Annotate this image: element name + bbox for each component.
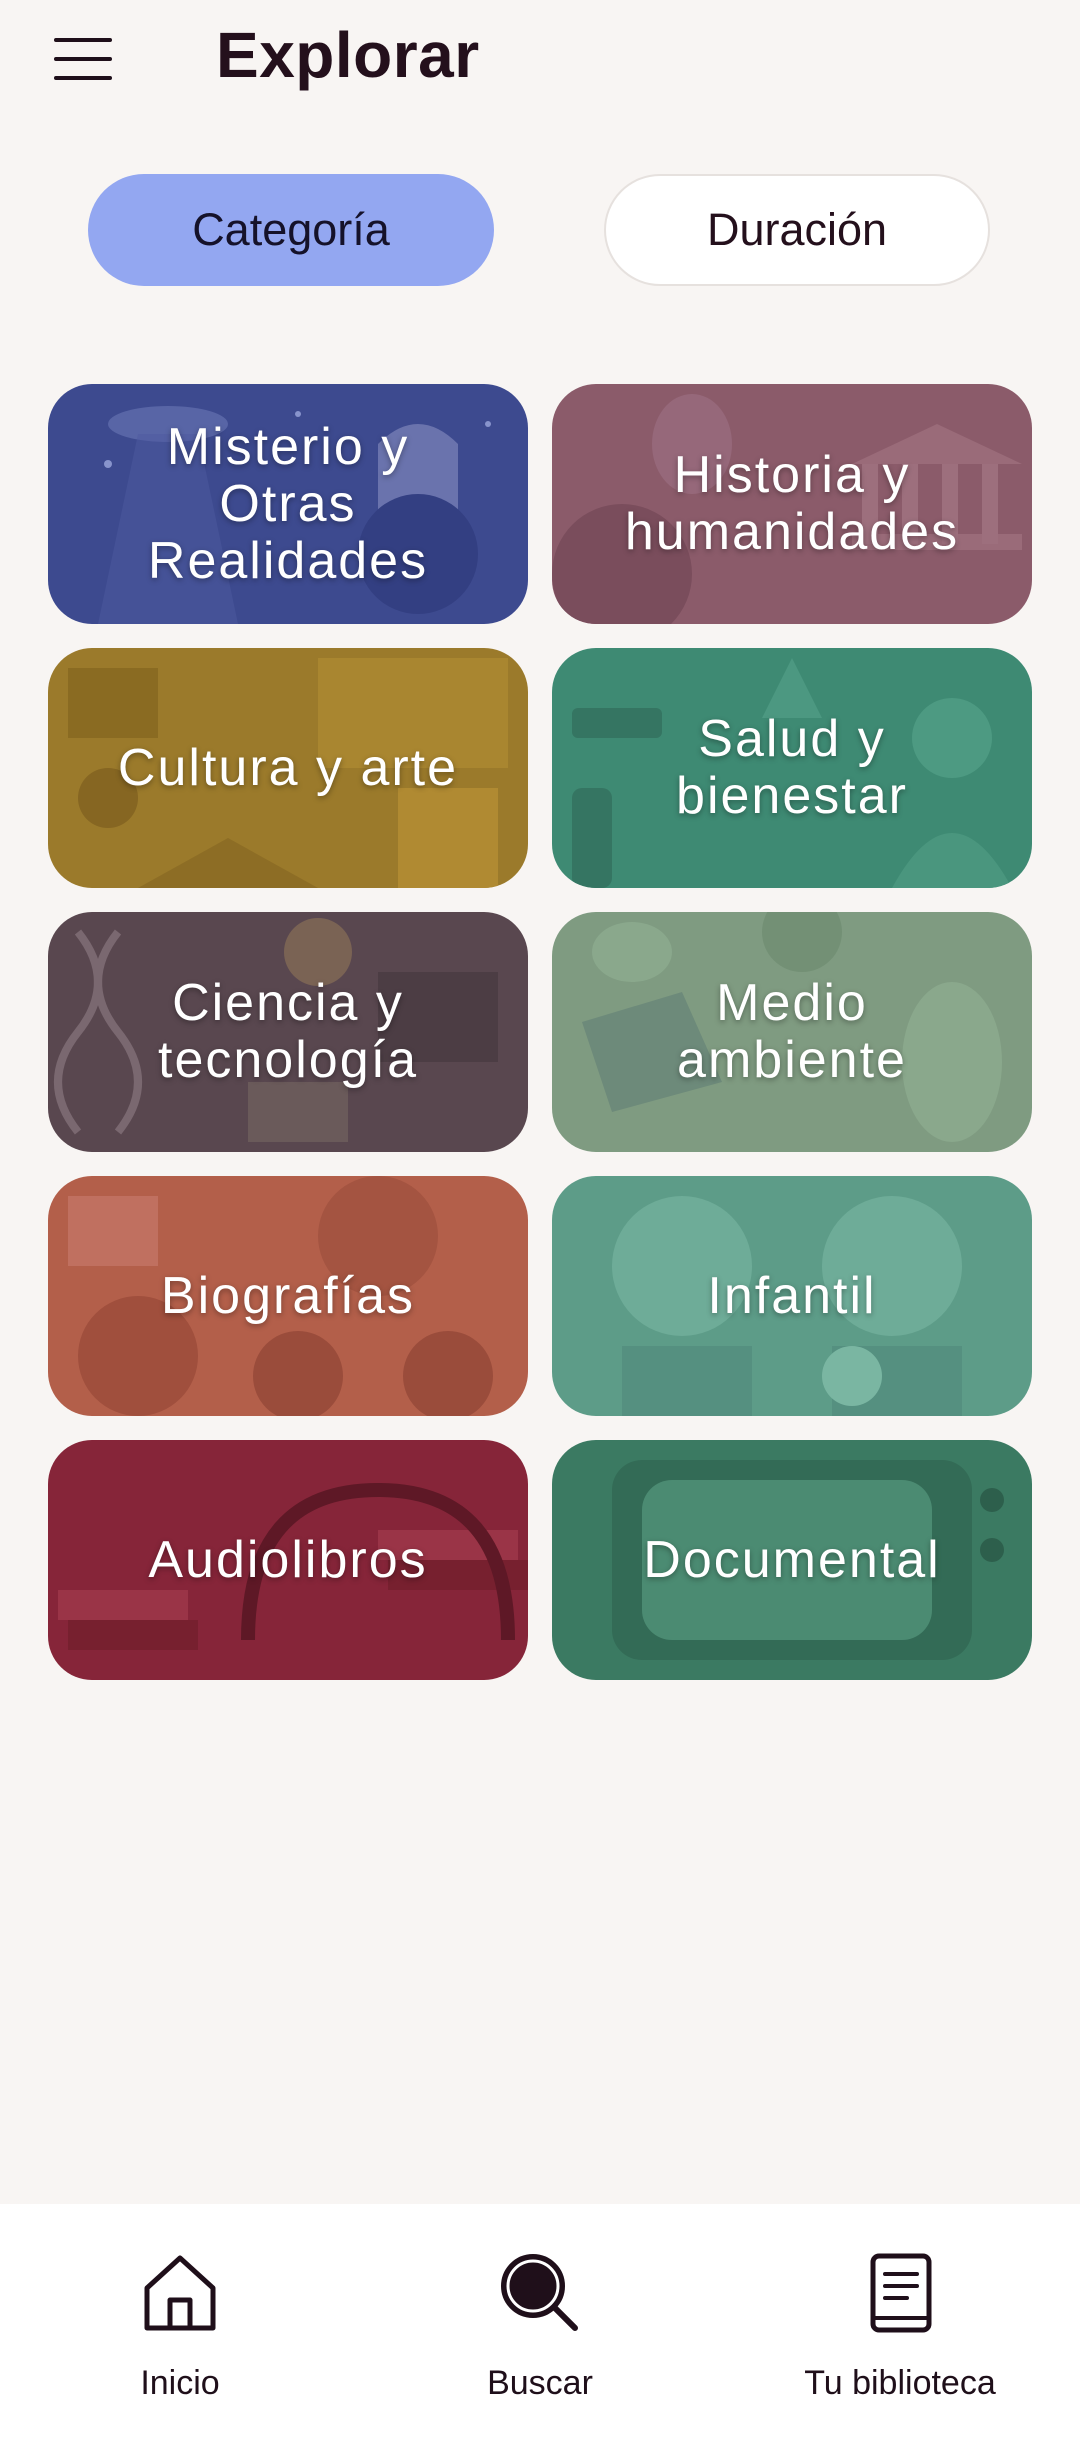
nav-label: Tu biblioteca [804, 2364, 996, 2402]
bottom-navigation: Inicio Buscar Tu biblioteca [0, 2204, 1080, 2443]
nav-label: Inicio [140, 2364, 220, 2402]
category-label: Ciencia y tecnología [158, 974, 418, 1089]
category-card-historia[interactable]: Historia y humanidades [552, 384, 1032, 624]
category-label: Cultura y arte [117, 738, 459, 797]
nav-inicio[interactable]: Inicio [30, 2204, 330, 2443]
nav-buscar[interactable]: Buscar [390, 2204, 690, 2443]
home-icon [144, 2255, 216, 2331]
category-label: Documental [643, 1530, 941, 1589]
category-card-ciencia[interactable]: Ciencia y tecnología [48, 912, 528, 1152]
category-card-biografias[interactable]: Biografías [48, 1176, 528, 1416]
nav-tu-biblioteca[interactable]: Tu biblioteca [750, 2204, 1050, 2443]
category-label: Misterio y Otras Realidades [147, 417, 429, 590]
menu-line [54, 76, 112, 80]
tab-categoria[interactable]: Categoría [88, 174, 494, 286]
nav-label: Buscar [487, 2364, 593, 2402]
category-card-salud[interactable]: Salud y bienestar [552, 648, 1032, 888]
category-label: Infantil [707, 1266, 877, 1325]
tab-duracion[interactable]: Duración [604, 174, 990, 286]
category-label: Audiolibros [148, 1530, 428, 1589]
app-header: Explorar [0, 0, 1080, 130]
hamburger-menu-icon[interactable] [50, 30, 120, 88]
category-label: Salud y bienestar [676, 710, 908, 825]
category-label: Medio ambiente [677, 974, 907, 1089]
category-card-audiolibros[interactable]: Audiolibros [48, 1440, 528, 1680]
category-label: Biografías [160, 1266, 416, 1325]
category-card-medio-ambiente[interactable]: Medio ambiente [552, 912, 1032, 1152]
page-title: Explorar [216, 19, 480, 91]
category-label: Historia y humanidades [624, 446, 960, 561]
category-card-cultura[interactable]: Cultura y arte [48, 648, 528, 888]
menu-line [54, 38, 112, 42]
search-icon [501, 2254, 578, 2331]
category-card-misterio[interactable]: Misterio y Otras Realidades [48, 384, 528, 624]
category-card-infantil[interactable]: Infantil [552, 1176, 1032, 1416]
library-book-icon [870, 2253, 932, 2333]
menu-line [54, 57, 112, 61]
category-card-documental[interactable]: Documental [552, 1440, 1032, 1680]
